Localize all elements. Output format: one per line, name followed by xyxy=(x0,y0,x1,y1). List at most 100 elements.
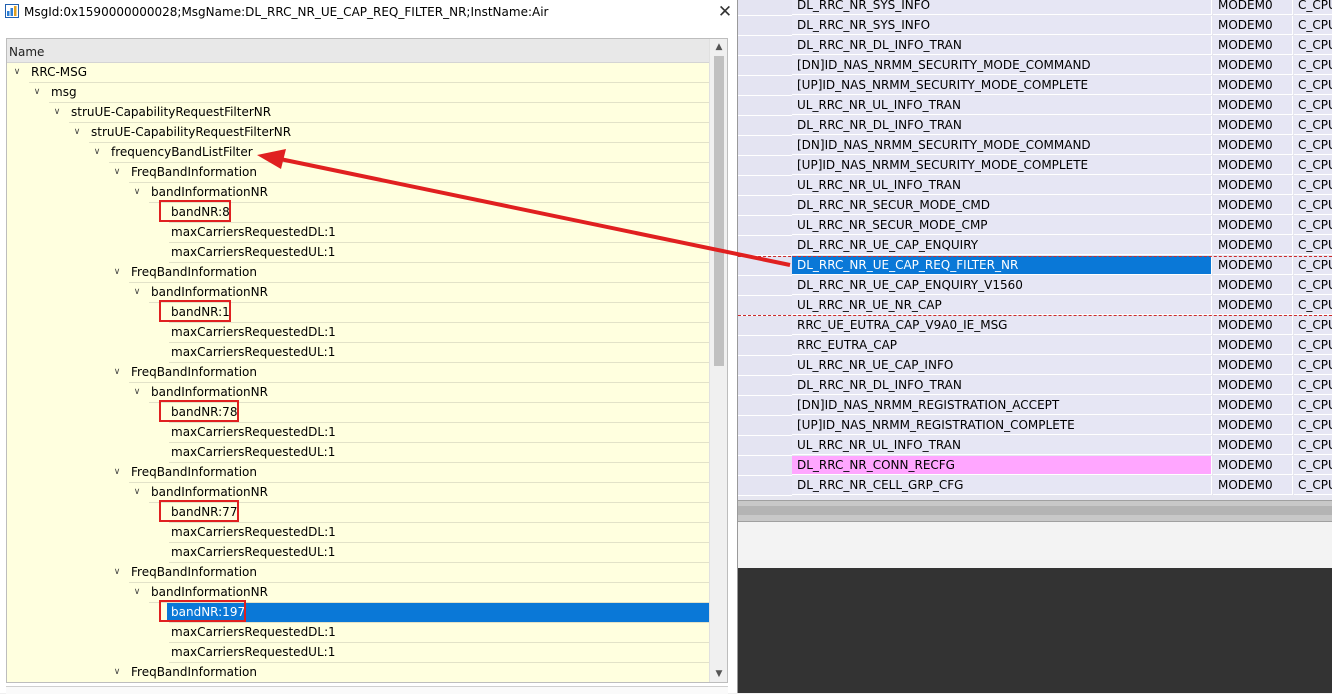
modem-cell: MODEM0 xyxy=(1213,0,1293,15)
message-row[interactable]: DL_RRC_NR_SYS_INFOMODEM0C_CPU xyxy=(738,0,1332,16)
tree-node-label: maxCarriersRequestedUL:1 xyxy=(171,645,336,659)
tree-node[interactable]: maxCarriersRequestedUL:1 xyxy=(7,543,709,563)
tree-node[interactable]: maxCarriersRequestedDL:1 xyxy=(7,523,709,543)
chevron-down-icon[interactable]: ∨ xyxy=(131,586,143,598)
scroll-down-icon[interactable]: ▼ xyxy=(713,668,725,680)
message-row[interactable]: UL_RRC_NR_UE_NR_CAPMODEM0C_CPU xyxy=(738,296,1332,316)
chevron-down-icon[interactable]: ∨ xyxy=(111,566,123,578)
tree-node[interactable]: ∨ struUE-CapabilityRequestFilterNR xyxy=(7,123,709,143)
tree-view[interactable]: Name ∨ RRC-MSG ∨ msg ∨ struUE-CapabilityReque… xyxy=(6,38,728,683)
message-row[interactable]: [UP]ID_NAS_NRMM_REGISTRATION_COMPLETE MOD… xyxy=(738,416,1332,436)
message-row[interactable]: RRC_UE_EUTRA_CAP_V9A0_IE_MSGMODEM0C_CPU xyxy=(738,316,1332,336)
tree-node[interactable]: maxCarriersRequestedUL:1 xyxy=(7,443,709,463)
tree-node[interactable]: ∨ msg xyxy=(7,83,709,103)
vertical-scrollbar[interactable]: ▲ ▼ xyxy=(709,39,727,682)
tree-node[interactable]: bandNR:8 xyxy=(7,200,709,223)
scrollbar-track[interactable] xyxy=(738,506,1332,515)
tree-node[interactable]: maxCarriersRequestedDL:1 xyxy=(7,323,709,343)
tree-node[interactable]: ∨ FreqBandInformation xyxy=(7,163,709,183)
chevron-down-icon[interactable]: ∨ xyxy=(111,466,123,478)
scrollbar-thumb[interactable] xyxy=(714,56,724,366)
tree-node[interactable]: ∨ frequencyBandListFilter xyxy=(7,143,709,163)
tree-node[interactable]: ∨ FreqBandInformation xyxy=(7,363,709,383)
chevron-down-icon[interactable]: ∨ xyxy=(71,126,83,138)
chevron-down-icon[interactable]: ∨ xyxy=(111,166,123,178)
message-row[interactable]: DL_RRC_NR_CELL_GRP_CFGMODEM0C_CPU xyxy=(738,476,1332,496)
chevron-down-icon[interactable]: ∨ xyxy=(131,386,143,398)
message-name-cell: DL_RRC_NR_UE_CAP_REQ_FILTER_NR xyxy=(792,256,1212,275)
horizontal-scrollbar[interactable] xyxy=(738,500,1332,522)
scroll-up-icon[interactable]: ▲ xyxy=(713,41,725,53)
message-row[interactable]: DL_RRC_NR_DL_INFO_TRANMODEM0C_CPU xyxy=(738,376,1332,396)
message-row[interactable]: UL_RRC_NR_UL_INFO_TRANMODEM0C_CPU xyxy=(738,436,1332,456)
message-row[interactable]: UL_RRC_NR_UE_CAP_INFOMODEM0C_CPU xyxy=(738,356,1332,376)
message-row[interactable]: RRC_EUTRA_CAPMODEM0C_CPU xyxy=(738,336,1332,356)
tree-node[interactable]: bandNR:78 xyxy=(7,400,709,423)
message-row[interactable]: [DN]ID_NAS_NRMM_REGISTRATION_ACCEPT MODEM… xyxy=(738,396,1332,416)
chevron-down-icon[interactable]: ∨ xyxy=(31,86,43,98)
chevron-down-icon[interactable]: ∨ xyxy=(111,666,123,678)
chevron-down-icon[interactable]: ∨ xyxy=(111,366,123,378)
tree-node-label: struUE-CapabilityRequestFilterNR xyxy=(91,125,292,139)
chevron-down-icon[interactable]: ∨ xyxy=(131,186,143,198)
message-row[interactable]: DL_RRC_NR_CONN_RECFGMODEM0C_CPU xyxy=(738,456,1332,476)
tree-node[interactable]: ∨ FreqBandInformation xyxy=(7,663,709,682)
cpu-cell: C_CPU xyxy=(1294,396,1332,415)
chevron-down-icon[interactable]: ∨ xyxy=(11,66,23,78)
tree-node[interactable]: bandNR:77 xyxy=(7,500,709,523)
message-row[interactable]: DL_RRC_NR_SECUR_MODE_CMDMODEM0C_CPU xyxy=(738,196,1332,216)
tree-node-label: maxCarriersRequestedUL:1 xyxy=(171,545,336,559)
message-row[interactable]: DL_RRC_NR_SYS_INFOMODEM0C_CPU xyxy=(738,16,1332,36)
tree-node-label: FreqBandInformation xyxy=(131,265,257,279)
chevron-down-icon[interactable]: ∨ xyxy=(131,486,143,498)
chevron-down-icon[interactable]: ∨ xyxy=(131,286,143,298)
message-name-cell: DL_RRC_NR_DL_INFO_TRAN xyxy=(792,116,1212,135)
chevron-down-icon[interactable]: ∨ xyxy=(111,266,123,278)
tree-node[interactable]: ∨ bandInformationNR xyxy=(7,583,709,603)
tree-node[interactable]: ∨ struUE-CapabilityRequestFilterNR xyxy=(7,103,709,123)
tree-node[interactable]: bandNR:197 xyxy=(7,600,709,623)
message-name-cell: DL_RRC_NR_CELL_GRP_CFG xyxy=(792,476,1212,495)
tree-node[interactable]: maxCarriersRequestedUL:1 xyxy=(7,243,709,263)
message-row[interactable]: UL_RRC_NR_SECUR_MODE_CMPMODEM0C_CPU xyxy=(738,216,1332,236)
tree-node[interactable]: maxCarriersRequestedDL:1 xyxy=(7,423,709,443)
message-row[interactable]: UL_RRC_NR_UL_INFO_TRANMODEM0C_CPU xyxy=(738,96,1332,116)
close-icon[interactable]: ✕ xyxy=(712,0,738,24)
row-index-cell xyxy=(738,0,792,16)
message-row[interactable]: DL_RRC_NR_DL_INFO_TRANMODEM0C_CPU xyxy=(738,36,1332,56)
message-table[interactable]: DL_RRC_NR_SYS_INFOMODEM0C_CPUDL_RRC_NR_S… xyxy=(738,0,1332,500)
message-row[interactable]: DL_RRC_NR_UE_CAP_ENQUIRYMODEM0C_CPU xyxy=(738,236,1332,256)
chevron-down-icon[interactable]: ∨ xyxy=(51,106,63,118)
tree-node[interactable]: ∨ bandInformationNR xyxy=(7,383,709,403)
message-row[interactable]: UL_RRC_NR_UL_INFO_TRANMODEM0C_CPU xyxy=(738,176,1332,196)
tree-node[interactable]: maxCarriersRequestedUL:1 xyxy=(7,643,709,663)
tree-body[interactable]: ∨ RRC-MSG ∨ msg ∨ struUE-CapabilityRequestFil… xyxy=(7,63,709,682)
tree-node[interactable]: maxCarriersRequestedDL:1 xyxy=(7,223,709,243)
tree-node[interactable]: ∨ FreqBandInformation xyxy=(7,463,709,483)
message-row[interactable]: [DN]ID_NAS_NRMM_SECURITY_MODE_COMMAND MOD… xyxy=(738,136,1332,156)
tree-node[interactable]: maxCarriersRequestedDL:1 xyxy=(7,623,709,643)
cpu-cell: C_CPU xyxy=(1294,476,1332,495)
message-row[interactable]: [UP]ID_NAS_NRMM_SECURITY_MODE_COMPLETE MO… xyxy=(738,76,1332,96)
modem-cell: MODEM0 xyxy=(1213,76,1293,95)
tree-node[interactable]: maxCarriersRequestedUL:1 xyxy=(7,343,709,363)
range-marker-line xyxy=(738,315,1332,316)
row-index-cell xyxy=(738,296,792,316)
message-row[interactable]: [DN]ID_NAS_NRMM_SECURITY_MODE_COMMAND MOD… xyxy=(738,56,1332,76)
tree-node[interactable]: ∨ RRC-MSG xyxy=(7,63,709,83)
column-header[interactable]: Name xyxy=(7,39,709,63)
tree-node[interactable]: ∨ bandInformationNR xyxy=(7,283,709,303)
message-row[interactable]: DL_RRC_NR_UE_CAP_ENQUIRY_V1560 MODEM0 C_CP… xyxy=(738,276,1332,296)
message-row[interactable]: DL_RRC_NR_UE_CAP_REQ_FILTER_NR MODEM0 C_CP… xyxy=(738,256,1332,276)
tree-node[interactable]: bandNR:1 xyxy=(7,300,709,323)
message-name-cell: DL_RRC_NR_SYS_INFO xyxy=(792,0,1212,15)
chevron-down-icon[interactable]: ∨ xyxy=(91,146,103,158)
tree-node-label: maxCarriersRequestedDL:1 xyxy=(171,225,336,239)
tree-node[interactable]: ∨ FreqBandInformation xyxy=(7,263,709,283)
tree-node[interactable]: ∨ FreqBandInformation xyxy=(7,563,709,583)
tree-node[interactable]: ∨ bandInformationNR xyxy=(7,483,709,503)
message-row[interactable]: [UP]ID_NAS_NRMM_SECURITY_MODE_COMPLETE MO… xyxy=(738,156,1332,176)
title-bar[interactable]: MsgId:0x1590000000028;MsgName:DL_RRC_NR_… xyxy=(0,0,737,24)
tree-node[interactable]: ∨ bandInformationNR xyxy=(7,183,709,203)
message-row[interactable]: DL_RRC_NR_DL_INFO_TRANMODEM0C_CPU xyxy=(738,116,1332,136)
